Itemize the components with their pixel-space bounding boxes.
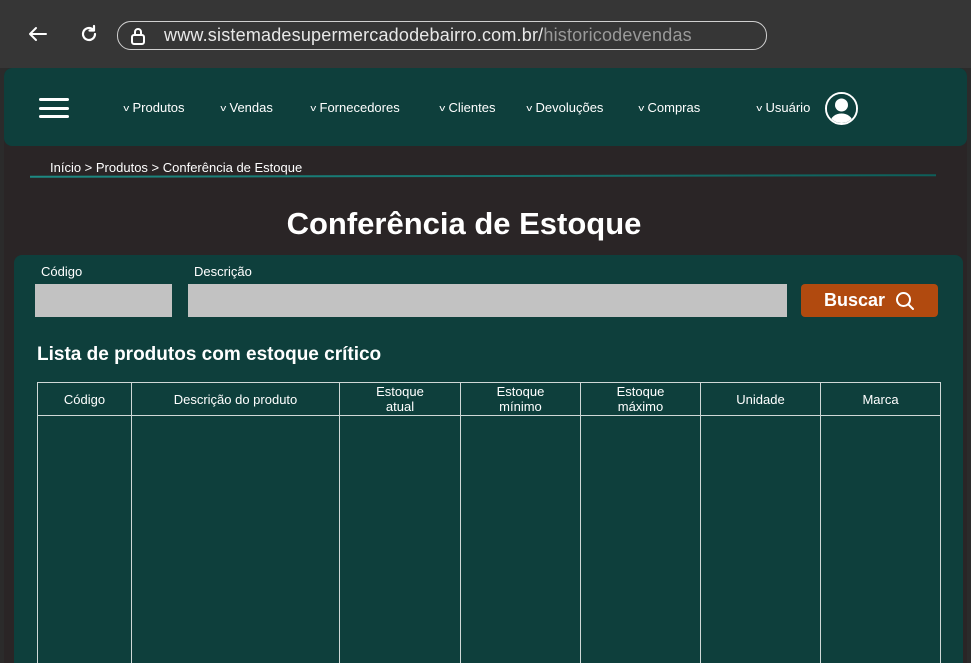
table-column [821,416,940,663]
hamburger-menu-icon[interactable] [39,98,69,118]
code-label: Código [41,264,83,279]
column-header[interactable]: Estoque atual [340,383,461,415]
search-icon [896,291,915,310]
nav-item-clientes[interactable]: v Clientes [439,100,496,115]
nav-item-label: Vendas [229,100,273,115]
table-column [581,416,701,663]
user-avatar-icon[interactable] [825,92,858,125]
chevron-down-icon: v [638,102,645,113]
search-button-label: Buscar [823,290,886,310]
search-button[interactable]: Buscar [801,284,938,317]
critical-stock-list-title: Lista de produtos com estoque crítico [37,344,382,365]
chevron-down-icon: v [526,102,533,113]
chevron-down-icon: v [220,102,227,113]
description-label: Descrição [194,264,252,279]
nav-item-compras[interactable]: v Compras [638,100,701,115]
breadcrumb[interactable]: Início > Produtos > Conferência de Estoq… [50,160,302,175]
nav-item-label: Produtos [132,100,185,115]
nav-item-label: Devoluções [535,100,604,115]
critical-stock-table: Código Descrição do produto Estoque atua… [37,382,941,663]
table-column [340,416,461,663]
url-text: www.sistemadesupermercadodebairro.com.br… [164,25,692,46]
table-header: Código Descrição do produto Estoque atua… [38,383,940,416]
reload-icon[interactable] [77,22,101,46]
nav-item-usuario[interactable]: v Usuário [756,100,811,115]
table-column [461,416,581,663]
nav-item-label: Clientes [448,100,496,115]
code-input[interactable] [35,284,172,317]
table-body [38,416,940,663]
table-column [132,416,340,663]
nav-item-devolucoes[interactable]: v Devoluções [526,100,604,115]
table-column [701,416,821,663]
page-title: Conferência de Estoque [286,206,642,241]
chevron-down-icon: v [123,102,130,113]
chevron-down-icon: v [756,102,763,113]
column-header[interactable]: Estoque máximo [581,383,701,415]
nav-item-produtos[interactable]: v Produtos [123,100,185,115]
column-header[interactable]: Unidade [701,383,821,415]
nav-item-label: Fornecedores [319,100,400,115]
chevron-down-icon: v [310,102,317,113]
description-input[interactable] [188,284,787,317]
main-navbar: v Produtos v Vendas v Fornecedores v Cliente… [4,68,967,146]
column-header[interactable]: Código [38,383,132,415]
nav-item-fornecedores[interactable]: v Fornecedores [310,100,400,115]
user-label: Usuário [765,100,811,115]
nav-item-vendas[interactable]: v Vendas [220,100,273,115]
arrow-left-icon[interactable] [25,22,49,46]
column-header[interactable]: Estoque mínimo [461,383,581,415]
breadcrumb-divider [29,174,937,178]
address-bar[interactable]: www.sistemadesupermercadodebairro.com.br… [117,21,767,50]
lock-icon [130,26,150,46]
url-path: historicodevendas [543,25,692,45]
column-header[interactable]: Descrição do produto [132,383,340,415]
content-panel: Código Descrição Buscar Lista de produto… [14,255,963,663]
column-header[interactable]: Marca [821,383,940,415]
nav-item-label: Compras [647,100,701,115]
url-host: www.sistemadesupermercadodebairro.com.br… [164,25,544,45]
browser-toolbar: www.sistemadesupermercadodebairro.com.br… [0,0,971,68]
table-column [38,416,132,663]
chevron-down-icon: v [439,102,446,113]
app-window: v Produtos v Vendas v Fornecedores v Cliente… [4,68,967,663]
